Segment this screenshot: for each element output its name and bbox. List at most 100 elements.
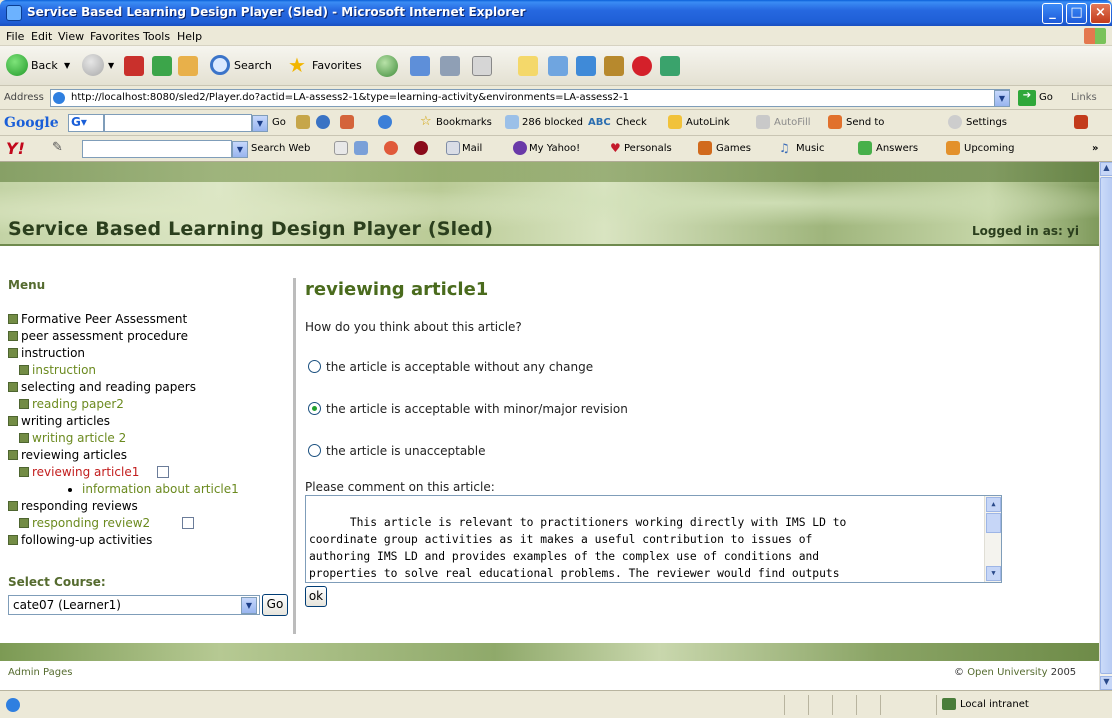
- menu-item-label: reviewing articles: [21, 448, 127, 462]
- standard-toolbar: Back ▼ ▼ Search ★ Favorites: [0, 46, 1112, 86]
- refresh-icon[interactable]: [152, 56, 172, 76]
- forward-dropdown-icon: ▼: [108, 61, 115, 70]
- google-pagerank-icon[interactable]: [340, 115, 354, 129]
- menu-file[interactable]: File: [6, 30, 24, 43]
- go-arrow-icon[interactable]: ➔: [1018, 90, 1036, 106]
- google-search-dropdown-icon[interactable]: ▼: [252, 115, 268, 132]
- open-university-link[interactable]: Open University: [967, 667, 1047, 678]
- close-button[interactable]: ×: [1090, 3, 1111, 24]
- stop-icon[interactable]: [124, 56, 144, 76]
- bookmarks-button[interactable]: Bookmarks: [436, 117, 492, 128]
- address-dropdown-icon[interactable]: ▼: [994, 90, 1010, 107]
- media-icon[interactable]: [604, 56, 624, 76]
- personals-button[interactable]: Personals: [624, 143, 672, 154]
- messenger-icon[interactable]: [576, 56, 596, 76]
- address-input[interactable]: http://localhost:8080/sled2/Player.do?ac…: [50, 89, 1010, 107]
- users-icon[interactable]: [660, 56, 680, 76]
- search-web-button[interactable]: Search Web: [251, 143, 310, 154]
- mail-icon[interactable]: [410, 56, 430, 76]
- scroll-up-icon[interactable]: ▲: [1100, 162, 1112, 176]
- answers-button[interactable]: Answers: [876, 143, 918, 154]
- chevron-more-icon[interactable]: »: [1092, 143, 1098, 154]
- menu-bar: File Edit View Favorites Tools Help: [0, 26, 1112, 46]
- menu-view[interactable]: View: [58, 30, 84, 43]
- scroll-thumb[interactable]: [1100, 177, 1112, 674]
- bookmark-icon[interactable]: [384, 141, 398, 155]
- back-button[interactable]: Back ▼: [6, 54, 76, 78]
- plugin-icon[interactable]: [632, 56, 652, 76]
- search-label: Search: [234, 59, 272, 72]
- back-label: Back: [31, 59, 58, 72]
- chevron-down-icon[interactable]: ▼: [241, 597, 257, 614]
- translate-menu-icon[interactable]: [1074, 115, 1088, 129]
- settings-button[interactable]: Settings: [966, 117, 1007, 128]
- antispy-icon[interactable]: [414, 141, 428, 155]
- history-icon[interactable]: [376, 55, 398, 77]
- go-button[interactable]: Go: [1039, 92, 1053, 103]
- minimize-button[interactable]: _: [1042, 3, 1063, 24]
- music-button[interactable]: Music: [796, 143, 824, 154]
- menu-edit[interactable]: Edit: [31, 30, 52, 43]
- print-icon[interactable]: [440, 56, 460, 76]
- menu-favorites[interactable]: Favorites: [90, 30, 140, 43]
- upcoming-icon: [946, 141, 960, 155]
- admin-pages-link[interactable]: Admin Pages: [8, 667, 72, 678]
- ok-button[interactable]: ok: [305, 586, 327, 607]
- mail-button[interactable]: Mail: [462, 143, 482, 154]
- autolink-button[interactable]: AutoLink: [686, 117, 730, 128]
- course-go-button[interactable]: Go: [262, 594, 288, 616]
- radio-button[interactable]: [308, 444, 321, 457]
- research-icon[interactable]: [548, 56, 568, 76]
- edit-icon[interactable]: [472, 56, 492, 76]
- highlight-icon[interactable]: [334, 141, 348, 155]
- my-yahoo-button[interactable]: My Yahoo!: [529, 143, 580, 154]
- google-search-input[interactable]: [104, 114, 252, 132]
- radio-button-selected[interactable]: [308, 402, 321, 415]
- search-button[interactable]: Search: [210, 54, 282, 78]
- upcoming-button[interactable]: Upcoming: [964, 143, 1015, 154]
- scroll-thumb[interactable]: [986, 513, 1001, 533]
- google-go-button[interactable]: Go: [272, 117, 286, 128]
- textarea-scrollbar[interactable]: ▲ ▼: [984, 496, 1001, 582]
- google-logo[interactable]: Google: [4, 115, 59, 131]
- google-options-icon[interactable]: [296, 115, 310, 129]
- browser-window: Service Based Learning Design Player (Sl…: [0, 0, 1112, 718]
- autofill-icon: [756, 115, 770, 129]
- favorites-button[interactable]: ★ Favorites: [288, 53, 372, 78]
- yahoo-search-dropdown-icon[interactable]: ▼: [232, 141, 248, 158]
- scroll-down-icon[interactable]: ▼: [986, 566, 1001, 581]
- search-icon: [210, 55, 230, 75]
- scroll-up-icon[interactable]: ▲: [986, 497, 1001, 512]
- google-news-icon[interactable]: [316, 115, 330, 129]
- radio-button[interactable]: [308, 360, 321, 373]
- comment-textarea[interactable]: This article is relevant to practitioner…: [305, 495, 1002, 583]
- course-select[interactable]: cate07 (Learner1) ▼: [8, 595, 260, 615]
- my-yahoo-icon: [513, 141, 527, 155]
- links-button[interactable]: Links: [1071, 92, 1097, 103]
- send-to-button[interactable]: Send to: [846, 117, 884, 128]
- menu-sidebar: Menu Formative Peer Assessment peer asse…: [0, 246, 296, 640]
- spellcheck-button[interactable]: Check: [616, 117, 647, 128]
- status-divider: [832, 695, 833, 715]
- popup-blocker-icon: [505, 115, 519, 129]
- forward-button[interactable]: ▼: [82, 54, 118, 78]
- menu-tools[interactable]: Tools: [143, 30, 170, 43]
- favorites-label: Favorites: [312, 59, 362, 72]
- yahoo-search-input[interactable]: [82, 140, 232, 158]
- autofill-button[interactable]: AutoFill: [774, 117, 811, 128]
- page-scrollbar[interactable]: ▲ ▼: [1099, 162, 1112, 690]
- scroll-down-icon[interactable]: ▼: [1100, 676, 1112, 690]
- home-icon[interactable]: [178, 56, 198, 76]
- discuss-icon[interactable]: [518, 56, 538, 76]
- completion-checkbox[interactable]: [182, 517, 194, 529]
- popup-blocked-count[interactable]: 286 blocked: [522, 117, 583, 128]
- games-button[interactable]: Games: [716, 143, 751, 154]
- google-menu-button[interactable]: G▾: [68, 114, 104, 132]
- layout-icon[interactable]: [354, 141, 368, 155]
- pen-icon[interactable]: ✎: [52, 140, 63, 155]
- completion-checkbox[interactable]: [157, 466, 169, 478]
- maximize-button[interactable]: □: [1066, 3, 1087, 24]
- yahoo-logo[interactable]: Y!: [6, 139, 25, 158]
- google-translate-icon[interactable]: [378, 115, 392, 129]
- menu-help[interactable]: Help: [177, 30, 202, 43]
